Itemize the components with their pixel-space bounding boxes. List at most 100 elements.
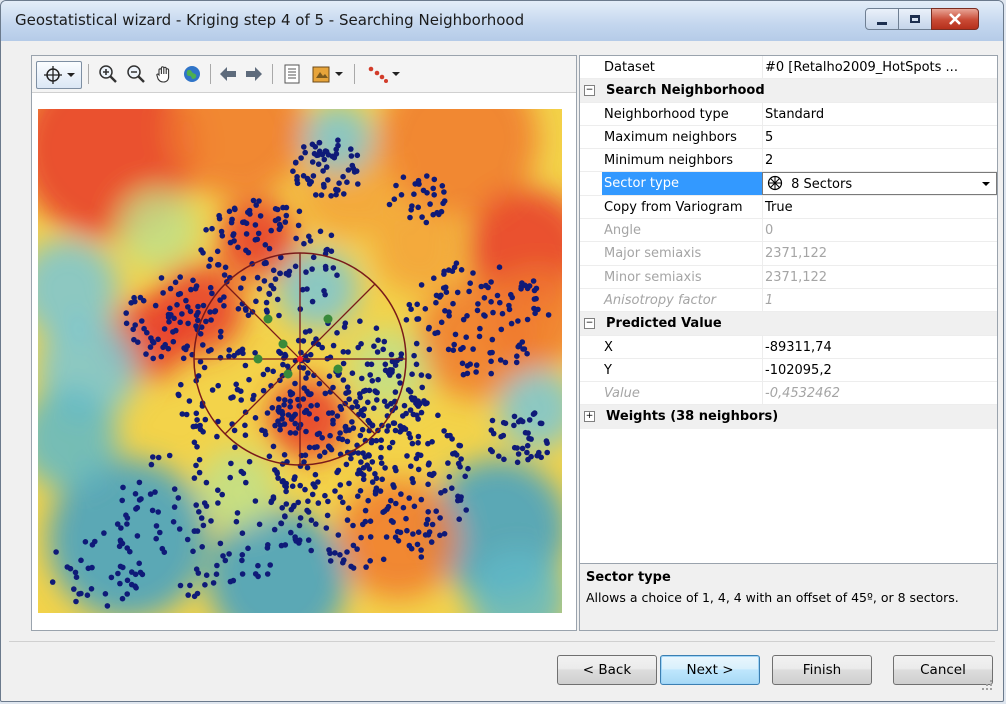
data-point bbox=[308, 517, 315, 523]
wizard-window: Geostatistical wizard - Kriging step 4 o… bbox=[0, 0, 1004, 702]
data-point bbox=[357, 394, 364, 401]
map-canvas[interactable] bbox=[18, 59, 588, 649]
data-point bbox=[456, 442, 462, 449]
max-neighbors-label: Maximum neighbors bbox=[604, 129, 737, 145]
data-point bbox=[334, 413, 341, 419]
data-point bbox=[214, 248, 221, 255]
data-point bbox=[301, 240, 307, 247]
data-point bbox=[49, 579, 56, 585]
data-point bbox=[489, 448, 496, 455]
dataset-value[interactable]: #0 [Retalho2009_HotSpots ... bbox=[762, 56, 997, 79]
data-point bbox=[418, 409, 425, 416]
row-y[interactable]: Y -102095,2 bbox=[580, 358, 997, 383]
select-tool-button[interactable] bbox=[36, 61, 82, 89]
data-point bbox=[279, 505, 285, 511]
data-point bbox=[316, 139, 323, 146]
maximize-button[interactable] bbox=[898, 8, 932, 30]
min-neighbors-value[interactable]: 2 bbox=[762, 149, 997, 173]
data-point bbox=[328, 232, 335, 239]
data-point bbox=[177, 274, 183, 280]
identify-button[interactable] bbox=[280, 62, 304, 86]
zoom-out-button[interactable] bbox=[124, 62, 148, 86]
data-point bbox=[257, 213, 264, 219]
points-style-button[interactable] bbox=[362, 62, 406, 86]
row-min-neighbors[interactable]: Minimum neighbors 2 bbox=[580, 149, 997, 173]
data-point bbox=[245, 545, 251, 552]
data-point bbox=[332, 488, 338, 494]
pan-button[interactable] bbox=[152, 62, 176, 86]
data-point bbox=[400, 504, 407, 511]
collapse-icon[interactable]: − bbox=[584, 85, 595, 97]
neighbor-point bbox=[253, 354, 263, 364]
data-point bbox=[487, 350, 493, 356]
property-grid: Dataset #0 [Retalho2009_HotSpots ... − S… bbox=[580, 56, 997, 429]
data-point bbox=[334, 330, 340, 336]
data-point bbox=[313, 416, 320, 422]
y-label: Y bbox=[604, 362, 612, 378]
data-point bbox=[386, 201, 393, 208]
row-copy-from-variogram[interactable]: Copy from Variogram True bbox=[580, 195, 997, 220]
predicted-category-label: Predicted Value bbox=[606, 316, 722, 332]
data-point bbox=[215, 382, 221, 389]
sector-type-dropdown-button[interactable] bbox=[978, 175, 994, 192]
data-point bbox=[489, 336, 496, 343]
data-point bbox=[297, 515, 304, 521]
layers-button[interactable] bbox=[308, 62, 348, 86]
data-point bbox=[184, 343, 190, 349]
zoom-in-button[interactable] bbox=[96, 62, 120, 86]
row-sector-type[interactable]: Sector type 8 Sectors bbox=[580, 172, 997, 196]
data-point bbox=[502, 359, 509, 366]
back-extent-button[interactable] bbox=[216, 62, 240, 86]
angle-value: 0 bbox=[762, 219, 997, 243]
data-point bbox=[207, 256, 214, 263]
sector-type-dropdown[interactable]: 8 Sectors bbox=[762, 172, 997, 196]
minimize-button[interactable] bbox=[865, 8, 899, 30]
data-point bbox=[166, 319, 172, 325]
data-point bbox=[452, 450, 458, 456]
data-point bbox=[306, 444, 313, 451]
row-max-neighbors[interactable]: Maximum neighbors 5 bbox=[580, 125, 997, 150]
category-weights[interactable]: + Weights (38 neighbors) bbox=[580, 405, 997, 429]
sector-type-value: 8 Sectors bbox=[791, 177, 853, 193]
next-button[interactable]: Next > bbox=[660, 655, 760, 685]
data-point bbox=[348, 146, 354, 152]
neighborhood-type-value[interactable]: Standard bbox=[762, 102, 997, 126]
back-button[interactable]: < Back bbox=[557, 655, 657, 685]
copy-from-variogram-value[interactable]: True bbox=[762, 195, 997, 219]
row-neighborhood-type[interactable]: Neighborhood type Standard bbox=[580, 102, 997, 126]
category-predicted-value[interactable]: − Predicted Value bbox=[580, 312, 997, 336]
data-point bbox=[73, 574, 80, 580]
max-neighbors-value[interactable]: 5 bbox=[762, 125, 997, 149]
resize-grip-icon[interactable] bbox=[981, 679, 993, 691]
row-dataset[interactable]: Dataset #0 [Retalho2009_HotSpots ... bbox=[580, 56, 997, 80]
full-extent-button[interactable] bbox=[180, 62, 204, 86]
data-point bbox=[377, 488, 384, 494]
data-point bbox=[212, 308, 219, 314]
surface-region bbox=[118, 189, 198, 269]
surface-region bbox=[198, 449, 278, 529]
data-point bbox=[243, 247, 249, 254]
data-point bbox=[255, 562, 261, 569]
finish-button[interactable]: Finish bbox=[772, 655, 872, 685]
data-point bbox=[200, 342, 206, 348]
data-point bbox=[275, 475, 281, 481]
x-value[interactable]: -89311,74 bbox=[762, 335, 997, 359]
collapse-icon[interactable]: − bbox=[584, 318, 595, 330]
data-point bbox=[104, 603, 111, 609]
data-point bbox=[397, 423, 404, 429]
data-point bbox=[282, 219, 289, 225]
y-value[interactable]: -102095,2 bbox=[762, 358, 997, 382]
category-search-neighborhood[interactable]: − Search Neighborhood bbox=[580, 79, 997, 103]
cancel-button[interactable]: Cancel bbox=[893, 655, 993, 685]
data-point bbox=[489, 417, 496, 424]
data-point bbox=[514, 459, 521, 466]
forward-extent-button[interactable] bbox=[242, 62, 266, 86]
close-button[interactable] bbox=[931, 8, 979, 30]
row-x[interactable]: X -89311,74 bbox=[580, 335, 997, 359]
data-point bbox=[203, 227, 209, 233]
expand-icon[interactable]: + bbox=[584, 411, 595, 423]
dropdown-arrow-icon bbox=[335, 72, 343, 76]
data-point bbox=[313, 521, 319, 527]
data-point bbox=[342, 424, 349, 430]
kriging-map[interactable] bbox=[18, 59, 588, 649]
